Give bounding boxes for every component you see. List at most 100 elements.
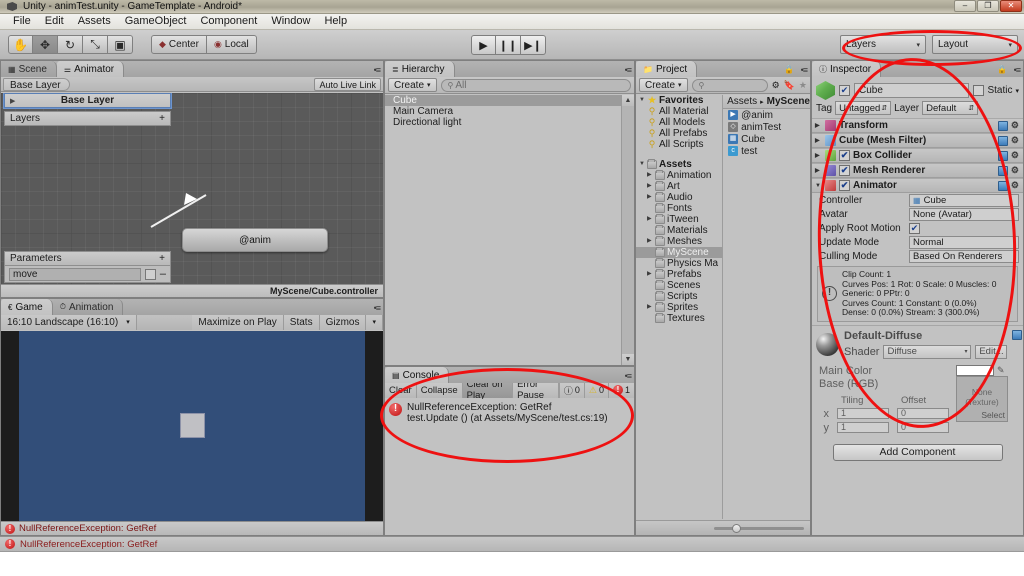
maximize-on-play-toggle[interactable]: Maximize on Play: [192, 314, 284, 330]
console-info-count[interactable]: ⓘ 0: [558, 382, 584, 398]
breadcrumb-myscene[interactable]: MyScene: [767, 96, 810, 107]
hand-tool-icon[interactable]: ✋: [8, 35, 33, 54]
project-tree-item-textures[interactable]: Textures: [636, 313, 722, 324]
panel-menu-icon[interactable]: •≡: [625, 65, 632, 75]
layout-dropdown[interactable]: Layout ▾: [932, 35, 1018, 54]
favorite-star-icon[interactable]: ★: [799, 80, 807, 91]
hierarchy-create-button[interactable]: Create ▾: [388, 78, 437, 92]
lock-icon[interactable]: 🔒: [784, 65, 794, 74]
component-header-mesh-filter[interactable]: ▶ Cube (Mesh Filter) ⚙: [812, 133, 1023, 148]
project-asset-grid[interactable]: Assets ▸ MyScene ▶ @anim ◇ animTest ▦ Cu…: [723, 95, 810, 519]
hierarchy-list[interactable]: Cube Main Camera Directional light: [385, 95, 621, 365]
help-icon[interactable]: [997, 165, 1008, 176]
animator-node-anim[interactable]: @anim: [182, 228, 328, 252]
shader-edit-button[interactable]: Edit...: [975, 344, 1008, 359]
editor-status-bar[interactable]: ! NullReferenceException: GetRef: [0, 536, 1024, 551]
auto-live-link-button[interactable]: Auto Live Link: [314, 77, 381, 91]
scale-tool-icon[interactable]: ⤡: [83, 35, 108, 54]
component-header-mesh-renderer[interactable]: ▶ Mesh Renderer ⚙: [812, 163, 1023, 178]
hierarchy-search-input[interactable]: ⚲ All: [440, 78, 631, 92]
chevron-right-icon[interactable]: ▶: [815, 167, 822, 174]
project-tree-item-itween[interactable]: ▶ iTween: [636, 214, 722, 225]
chevron-right-icon[interactable]: ▶: [815, 152, 822, 159]
component-header-box-collider[interactable]: ▶ Box Collider ⚙: [812, 148, 1023, 163]
step-button[interactable]: ▶❙: [521, 35, 546, 55]
filter-by-label-icon[interactable]: 🔖: [784, 80, 795, 91]
rect-tool-icon[interactable]: ▣: [108, 35, 133, 54]
parameter-value-checkbox[interactable]: [144, 268, 156, 280]
slider-knob[interactable]: [732, 523, 741, 533]
chevron-right-icon[interactable]: ▶: [647, 236, 653, 247]
project-tree-item-fonts[interactable]: Fonts: [636, 203, 722, 214]
project-tree-item-all-material[interactable]: ⚲ All Material: [636, 106, 722, 117]
filter-by-type-icon[interactable]: ⚙: [772, 80, 780, 91]
add-parameter-button[interactable]: +: [159, 253, 165, 264]
help-icon[interactable]: [997, 180, 1008, 191]
gear-icon[interactable]: ⚙: [1011, 165, 1019, 176]
project-tree-item-meshes[interactable]: ▶ Meshes: [636, 236, 722, 247]
eyedropper-icon[interactable]: ✎: [997, 365, 1005, 376]
parameter-name-input[interactable]: move: [9, 267, 141, 281]
project-create-button[interactable]: Create ▾: [639, 78, 688, 92]
tiling-y-input[interactable]: 1: [837, 422, 889, 433]
menu-item-gameobject[interactable]: GameObject: [118, 14, 194, 29]
chevron-right-icon[interactable]: ▶: [815, 122, 822, 129]
console-log-entry[interactable]: ! NullReferenceException: GetRef test.Up…: [385, 399, 634, 427]
texture-select-button[interactable]: Select: [981, 410, 1005, 420]
close-button[interactable]: ✕: [1000, 0, 1022, 12]
hierarchy-item-main-camera[interactable]: Main Camera: [385, 106, 621, 117]
aspect-ratio-dropdown[interactable]: 16:10 Landscape (16:10) ▾: [1, 314, 137, 330]
panel-menu-icon[interactable]: •≡: [374, 303, 381, 313]
breadcrumb-assets[interactable]: Assets: [727, 96, 757, 107]
gizmos-chevron[interactable]: ▾: [366, 314, 383, 330]
hierarchy-scrollbar[interactable]: ▲ ▼: [621, 95, 634, 365]
gameobject-enabled-checkbox[interactable]: [839, 85, 850, 96]
tab-game[interactable]: € Game: [1, 299, 53, 315]
tab-project[interactable]: 📁 Project: [636, 61, 698, 77]
material-header[interactable]: Default-Diffuse Shader Diffuse ▾ Edit...…: [812, 324, 1023, 363]
play-button[interactable]: ▶: [471, 35, 496, 55]
box-collider-enabled-checkbox[interactable]: [839, 150, 850, 161]
console-error-pause-toggle[interactable]: Error Pause: [513, 379, 559, 401]
console-log-list[interactable]: ! NullReferenceException: GetRef test.Up…: [385, 399, 634, 535]
lock-icon[interactable]: 🔒: [997, 65, 1007, 74]
console-collapse-toggle[interactable]: Collapse: [416, 382, 463, 398]
gameobject-name-input[interactable]: Cube: [854, 83, 970, 98]
project-tree-item-assets[interactable]: ▼ Assets: [636, 159, 722, 170]
console-clear-button[interactable]: Clear: [385, 382, 417, 398]
controller-object-field[interactable]: ▦ Cube: [909, 193, 1019, 207]
menu-item-file[interactable]: File: [6, 14, 38, 29]
project-tree-item-sprites[interactable]: ▶ Sprites: [636, 302, 722, 313]
project-tree-item-art[interactable]: ▶ Art: [636, 181, 722, 192]
tiling-x-input[interactable]: 1: [837, 408, 889, 419]
add-component-button[interactable]: Add Component: [832, 443, 1003, 461]
offset-y-input[interactable]: 0: [897, 422, 949, 433]
project-tree-item-materials[interactable]: Materials: [636, 225, 722, 236]
tag-dropdown[interactable]: Untagged ⇵: [835, 101, 892, 115]
project-tree-item-scripts[interactable]: Scripts: [636, 291, 722, 302]
tab-animation[interactable]: ⏱ Animation: [52, 299, 124, 315]
hierarchy-item-directional-light[interactable]: Directional light: [385, 117, 621, 128]
stats-toggle[interactable]: Stats: [283, 314, 320, 330]
panel-menu-icon[interactable]: •≡: [625, 371, 632, 381]
project-tree-item-prefabs[interactable]: ▶ Prefabs: [636, 269, 722, 280]
texture-slot[interactable]: None (Texture) Select: [956, 375, 1008, 422]
tab-hierarchy[interactable]: ≣ Hierarchy: [385, 61, 455, 77]
remove-parameter-button[interactable]: –: [160, 268, 166, 280]
animator-enabled-checkbox[interactable]: [839, 180, 850, 191]
apply-root-motion-checkbox[interactable]: [909, 222, 920, 234]
chevron-right-icon[interactable]: ▶: [647, 170, 653, 181]
chevron-down-icon[interactable]: ▾: [1015, 87, 1019, 95]
avatar-object-field[interactable]: None (Avatar): [909, 207, 1019, 221]
help-icon[interactable]: [997, 150, 1008, 161]
chevron-right-icon[interactable]: ▶: [647, 302, 653, 313]
tab-scene[interactable]: ▦ Scene: [1, 61, 57, 77]
layers-dropdown[interactable]: Layers ▾: [840, 35, 926, 54]
menu-item-component[interactable]: Component: [193, 14, 264, 29]
scroll-down-icon[interactable]: ▼: [622, 354, 634, 365]
offset-x-input[interactable]: 0: [897, 408, 949, 419]
component-header-transform[interactable]: ▶ Transform ⚙: [812, 118, 1023, 133]
update-mode-dropdown[interactable]: Normal: [909, 235, 1019, 249]
project-tree-item-physics-materials[interactable]: Physics Ma: [636, 258, 722, 269]
asset-item-animtest[interactable]: ◇ animTest: [723, 121, 810, 133]
